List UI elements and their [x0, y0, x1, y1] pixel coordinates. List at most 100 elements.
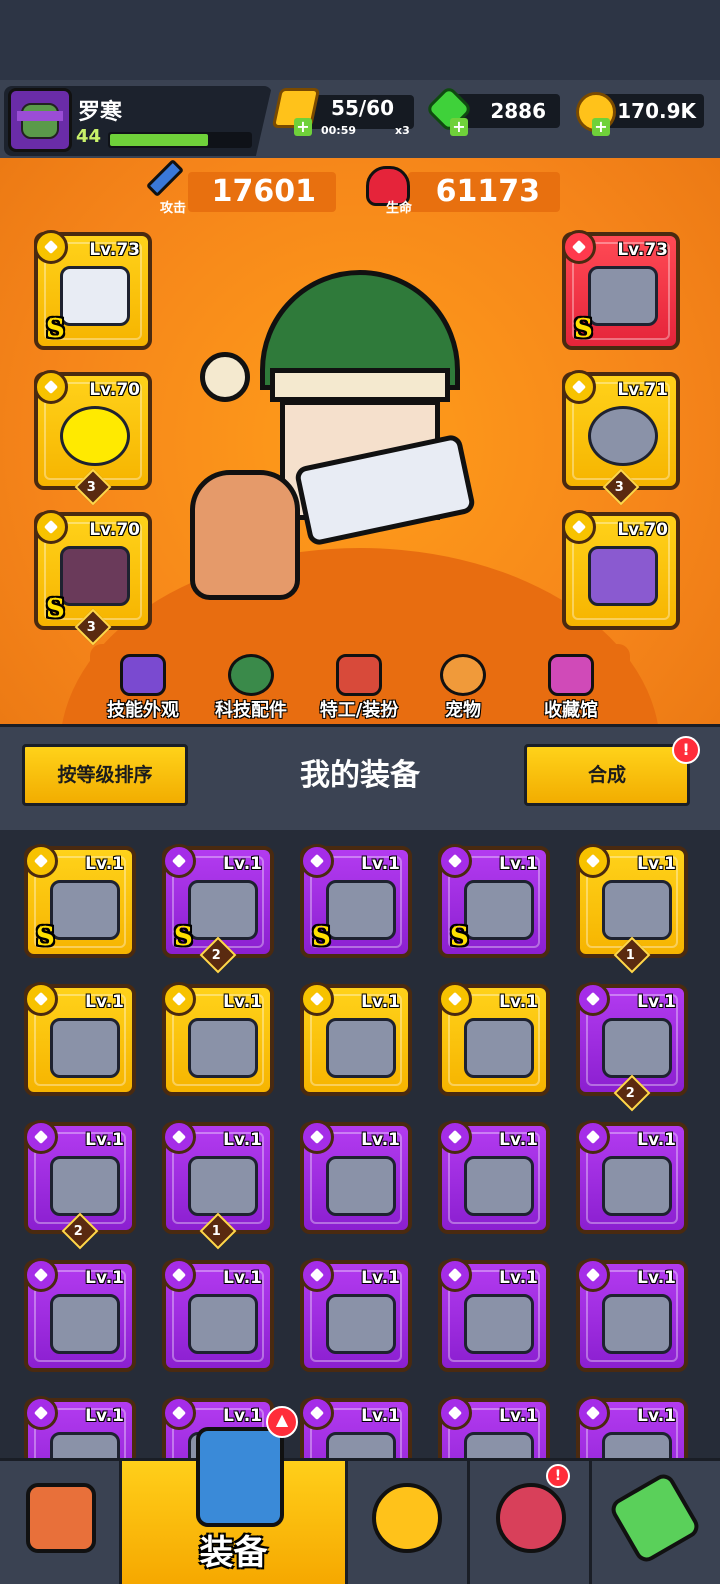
equipped-armor-slot[interactable]: Lv.73 S [562, 230, 680, 350]
player-avatar[interactable] [8, 88, 72, 152]
boots-type-icon [562, 510, 596, 544]
item-icon [50, 880, 120, 940]
necklace-type-icon [34, 370, 68, 404]
nav-equipment[interactable]: 装备 [122, 1427, 348, 1584]
category-collection[interactable]: 收藏馆 [516, 654, 626, 724]
item-level: Lv.1 [85, 992, 124, 1012]
item-type-icon [162, 1120, 196, 1154]
hero-hat-pom [200, 352, 250, 402]
item-level: Lv.1 [223, 854, 262, 874]
item-icon [464, 880, 534, 940]
gem-add-button[interactable]: + [450, 118, 468, 136]
nav-battle[interactable] [348, 1461, 470, 1584]
item-type-icon [300, 1120, 334, 1154]
rank-badge: S [312, 922, 331, 952]
energy-value: 55/60 [331, 96, 394, 120]
dna-icon [607, 1470, 703, 1566]
equipped-boots-slot[interactable]: Lv.70 [562, 510, 680, 630]
item-icon [326, 1018, 396, 1078]
equipped-necklace-slot[interactable]: Lv.70 3 [34, 370, 152, 506]
inventory-item[interactable]: Lv.1 [576, 1396, 688, 1460]
inventory-grid: Lv.1 S Lv.1 S 2 Lv.1 S Lv.1 S Lv.1 1 Lv.1 Lv.1 Lv.1 Lv… [0, 830, 720, 1460]
slot-level: Lv.71 [617, 380, 668, 400]
nav-planet[interactable] [470, 1461, 592, 1584]
category-agent-outfit[interactable]: 特工/装扮 [304, 654, 414, 724]
equipped-belt-slot[interactable]: Lv.71 3 [562, 370, 680, 506]
inventory-item[interactable]: Lv.1 [300, 1258, 412, 1372]
category-tech-parts[interactable]: 科技配件 [196, 654, 306, 724]
item-icon [326, 1432, 396, 1460]
inventory-item[interactable]: Lv.1 [438, 1396, 550, 1460]
inventory-item[interactable]: Lv.1 1 [162, 1120, 274, 1250]
inventory-item[interactable]: Lv.1 1 [576, 844, 688, 974]
merge-button[interactable]: 合成 [524, 744, 690, 806]
glove-type-icon [34, 510, 68, 544]
item-level: Lv.1 [499, 1268, 538, 1288]
item-level: Lv.1 [499, 1406, 538, 1426]
item-level: Lv.1 [637, 1268, 676, 1288]
item-icon [50, 1156, 120, 1216]
item-level: Lv.1 [223, 1130, 262, 1150]
item-type-icon [162, 1258, 196, 1292]
sort-by-level-button[interactable]: 按等级排序 [22, 744, 188, 806]
item-level: Lv.1 [85, 854, 124, 874]
inventory-item[interactable]: Lv.1 [24, 1396, 136, 1460]
inventory-item[interactable]: Lv.1 [438, 982, 550, 1096]
equipped-glove-slot[interactable]: Lv.70 S 3 [34, 510, 152, 646]
avatar-mask-band [17, 111, 63, 121]
inventory-item[interactable]: Lv.1 S [438, 844, 550, 958]
equipped-weapon-slot[interactable]: Lv.73 S [34, 230, 152, 350]
item-icon [602, 1432, 672, 1460]
inventory-item[interactable]: Lv.1 [438, 1258, 550, 1372]
inventory-item[interactable]: Lv.1 [576, 1258, 688, 1372]
item-type-icon [300, 844, 334, 878]
nav-lab[interactable] [592, 1461, 720, 1584]
agent-outfit-icon [336, 654, 382, 696]
category-pets[interactable]: 宠物 [408, 654, 518, 724]
item-type-icon [162, 1396, 196, 1430]
shop-icon [26, 1483, 96, 1553]
slot-level: Lv.73 [89, 240, 140, 260]
inventory-item[interactable]: Lv.1 S [24, 844, 136, 958]
inventory-item[interactable]: Lv.1 S [300, 844, 412, 958]
inventory-item[interactable]: Lv.1 [300, 1120, 412, 1234]
item-type-icon [576, 844, 610, 878]
equipment-alert-badge: ▲ [266, 1406, 298, 1438]
item-type-icon [162, 982, 196, 1016]
item-level: Lv.1 [223, 1406, 262, 1426]
inventory-item[interactable]: Lv.1 [300, 1396, 412, 1460]
belt-type-icon [562, 370, 596, 404]
item-icon [326, 1294, 396, 1354]
item-icon [602, 1294, 672, 1354]
inventory-item[interactable]: Lv.1 [438, 1120, 550, 1234]
inventory-item[interactable]: Lv.1 S 2 [162, 844, 274, 974]
inventory-item[interactable]: Lv.1 [162, 1258, 274, 1372]
nav-shop[interactable] [0, 1461, 122, 1584]
avatar-face [21, 103, 59, 139]
inventory-item[interactable]: Lv.1 [576, 1120, 688, 1234]
item-type-icon [24, 1396, 58, 1430]
item-icon [464, 1432, 534, 1460]
item-level: Lv.1 [637, 1130, 676, 1150]
energy-multiplier: x3 [395, 124, 410, 137]
inventory-item[interactable]: Lv.1 [162, 982, 274, 1096]
inventory-item[interactable]: Lv.1 2 [24, 1120, 136, 1250]
item-level: Lv.1 [85, 1406, 124, 1426]
player-name: 罗寒 [78, 100, 123, 125]
item-icon [464, 1018, 534, 1078]
attack-stat: 17601 [188, 172, 336, 212]
inventory-item[interactable]: Lv.1 [24, 982, 136, 1096]
inventory-item[interactable]: Lv.1 [300, 982, 412, 1096]
armor-type-icon [562, 230, 596, 264]
health-value: 61173 [435, 174, 540, 209]
health-label: 生命 [386, 201, 413, 216]
inventory-item[interactable]: Lv.1 [24, 1258, 136, 1372]
rank-badge: S [46, 594, 65, 624]
coin-add-button[interactable]: + [592, 118, 610, 136]
xp-bar [108, 132, 252, 148]
category-skill-skins[interactable]: 技能外观 [88, 654, 198, 724]
energy-add-button[interactable]: + [294, 118, 312, 136]
planet-icon [496, 1483, 566, 1553]
item-type-icon [300, 1396, 334, 1430]
inventory-item[interactable]: Lv.1 2 [576, 982, 688, 1112]
